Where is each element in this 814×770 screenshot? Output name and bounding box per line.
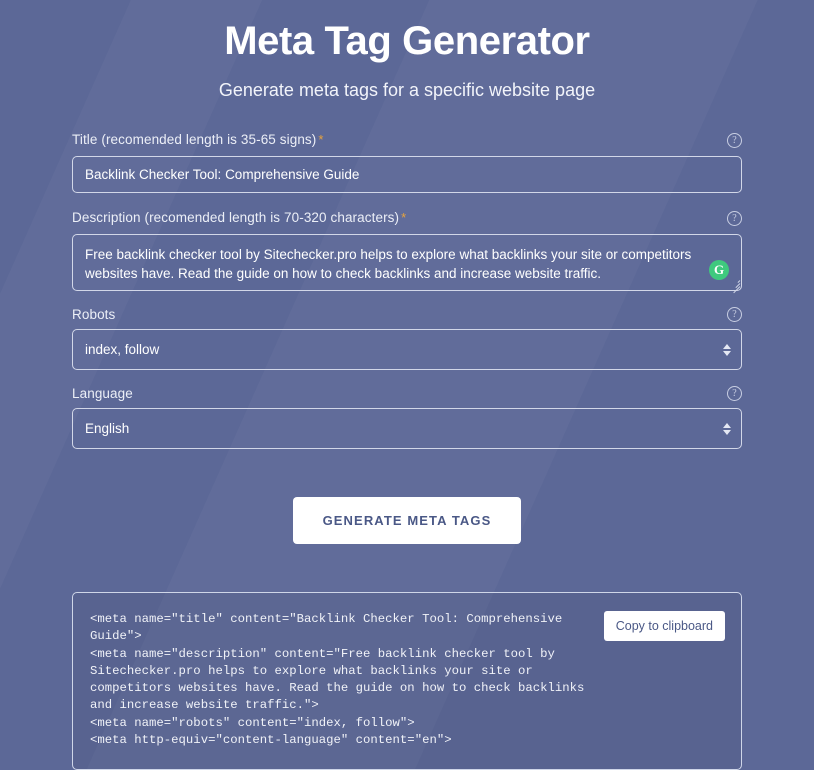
robots-select-wrap: index, follow [72,329,742,370]
language-field-header: Language ? [72,386,742,401]
language-field-group: Language ? English [72,386,742,449]
description-input-wrap: Free backlink checker tool by Sitechecke… [72,234,742,294]
generated-code-panel: <meta name="title" content="Backlink Che… [72,592,742,770]
copy-to-clipboard-button[interactable]: Copy to clipboard [603,611,725,641]
title-input[interactable] [72,156,742,193]
page-title: Meta Tag Generator [224,19,590,63]
robots-label: Robots [72,307,116,322]
textarea-resize-handle[interactable] [729,278,741,294]
title-field-group: Title (recomended length is 35-65 signs)… [72,131,742,193]
page-subtitle: Generate meta tags for a specific websit… [218,80,596,100]
robots-field-header: Robots ? [72,307,742,322]
language-select[interactable]: English [72,408,742,449]
language-select-wrap: English [72,408,742,449]
grammarly-icon[interactable]: G [709,260,729,280]
title-label: Title (recomended length is 35-65 signs) [72,132,317,147]
title-help-icon[interactable]: ? [727,132,742,148]
generate-meta-tags-button[interactable]: GENERATE META TAGS [292,497,522,544]
robots-help-icon[interactable]: ? [727,307,742,322]
title-label-wrap: Title (recomended length is 35-65 signs)… [72,131,323,149]
meta-tag-form: Title (recomended length is 35-65 signs)… [72,131,742,544]
generated-code-text: <meta name="title" content="Backlink Che… [90,612,585,748]
meta-tag-generator-page: Meta Tag Generator Generate meta tags fo… [0,0,814,770]
description-field-group: Description (recomended length is 70-320… [72,209,742,294]
description-label: Description (recomended length is 70-320… [72,210,400,225]
robots-select[interactable]: index, follow [72,329,742,370]
generate-button-row: GENERATE META TAGS [72,497,742,544]
description-label-wrap: Description (recomended length is 70-320… [72,209,406,227]
title-required-marker: * [318,132,324,147]
title-field-header: Title (recomended length is 35-65 signs)… [72,131,742,149]
language-help-icon[interactable]: ? [727,386,742,401]
description-help-icon[interactable]: ? [727,210,742,226]
language-label: Language [72,386,133,401]
description-field-header: Description (recomended length is 70-320… [72,209,742,227]
robots-field-group: Robots ? index, follow [72,307,742,370]
page-header: Meta Tag Generator Generate meta tags fo… [0,0,814,101]
description-textarea[interactable]: Free backlink checker tool by Sitechecke… [72,234,742,291]
description-required-marker: * [401,210,407,225]
